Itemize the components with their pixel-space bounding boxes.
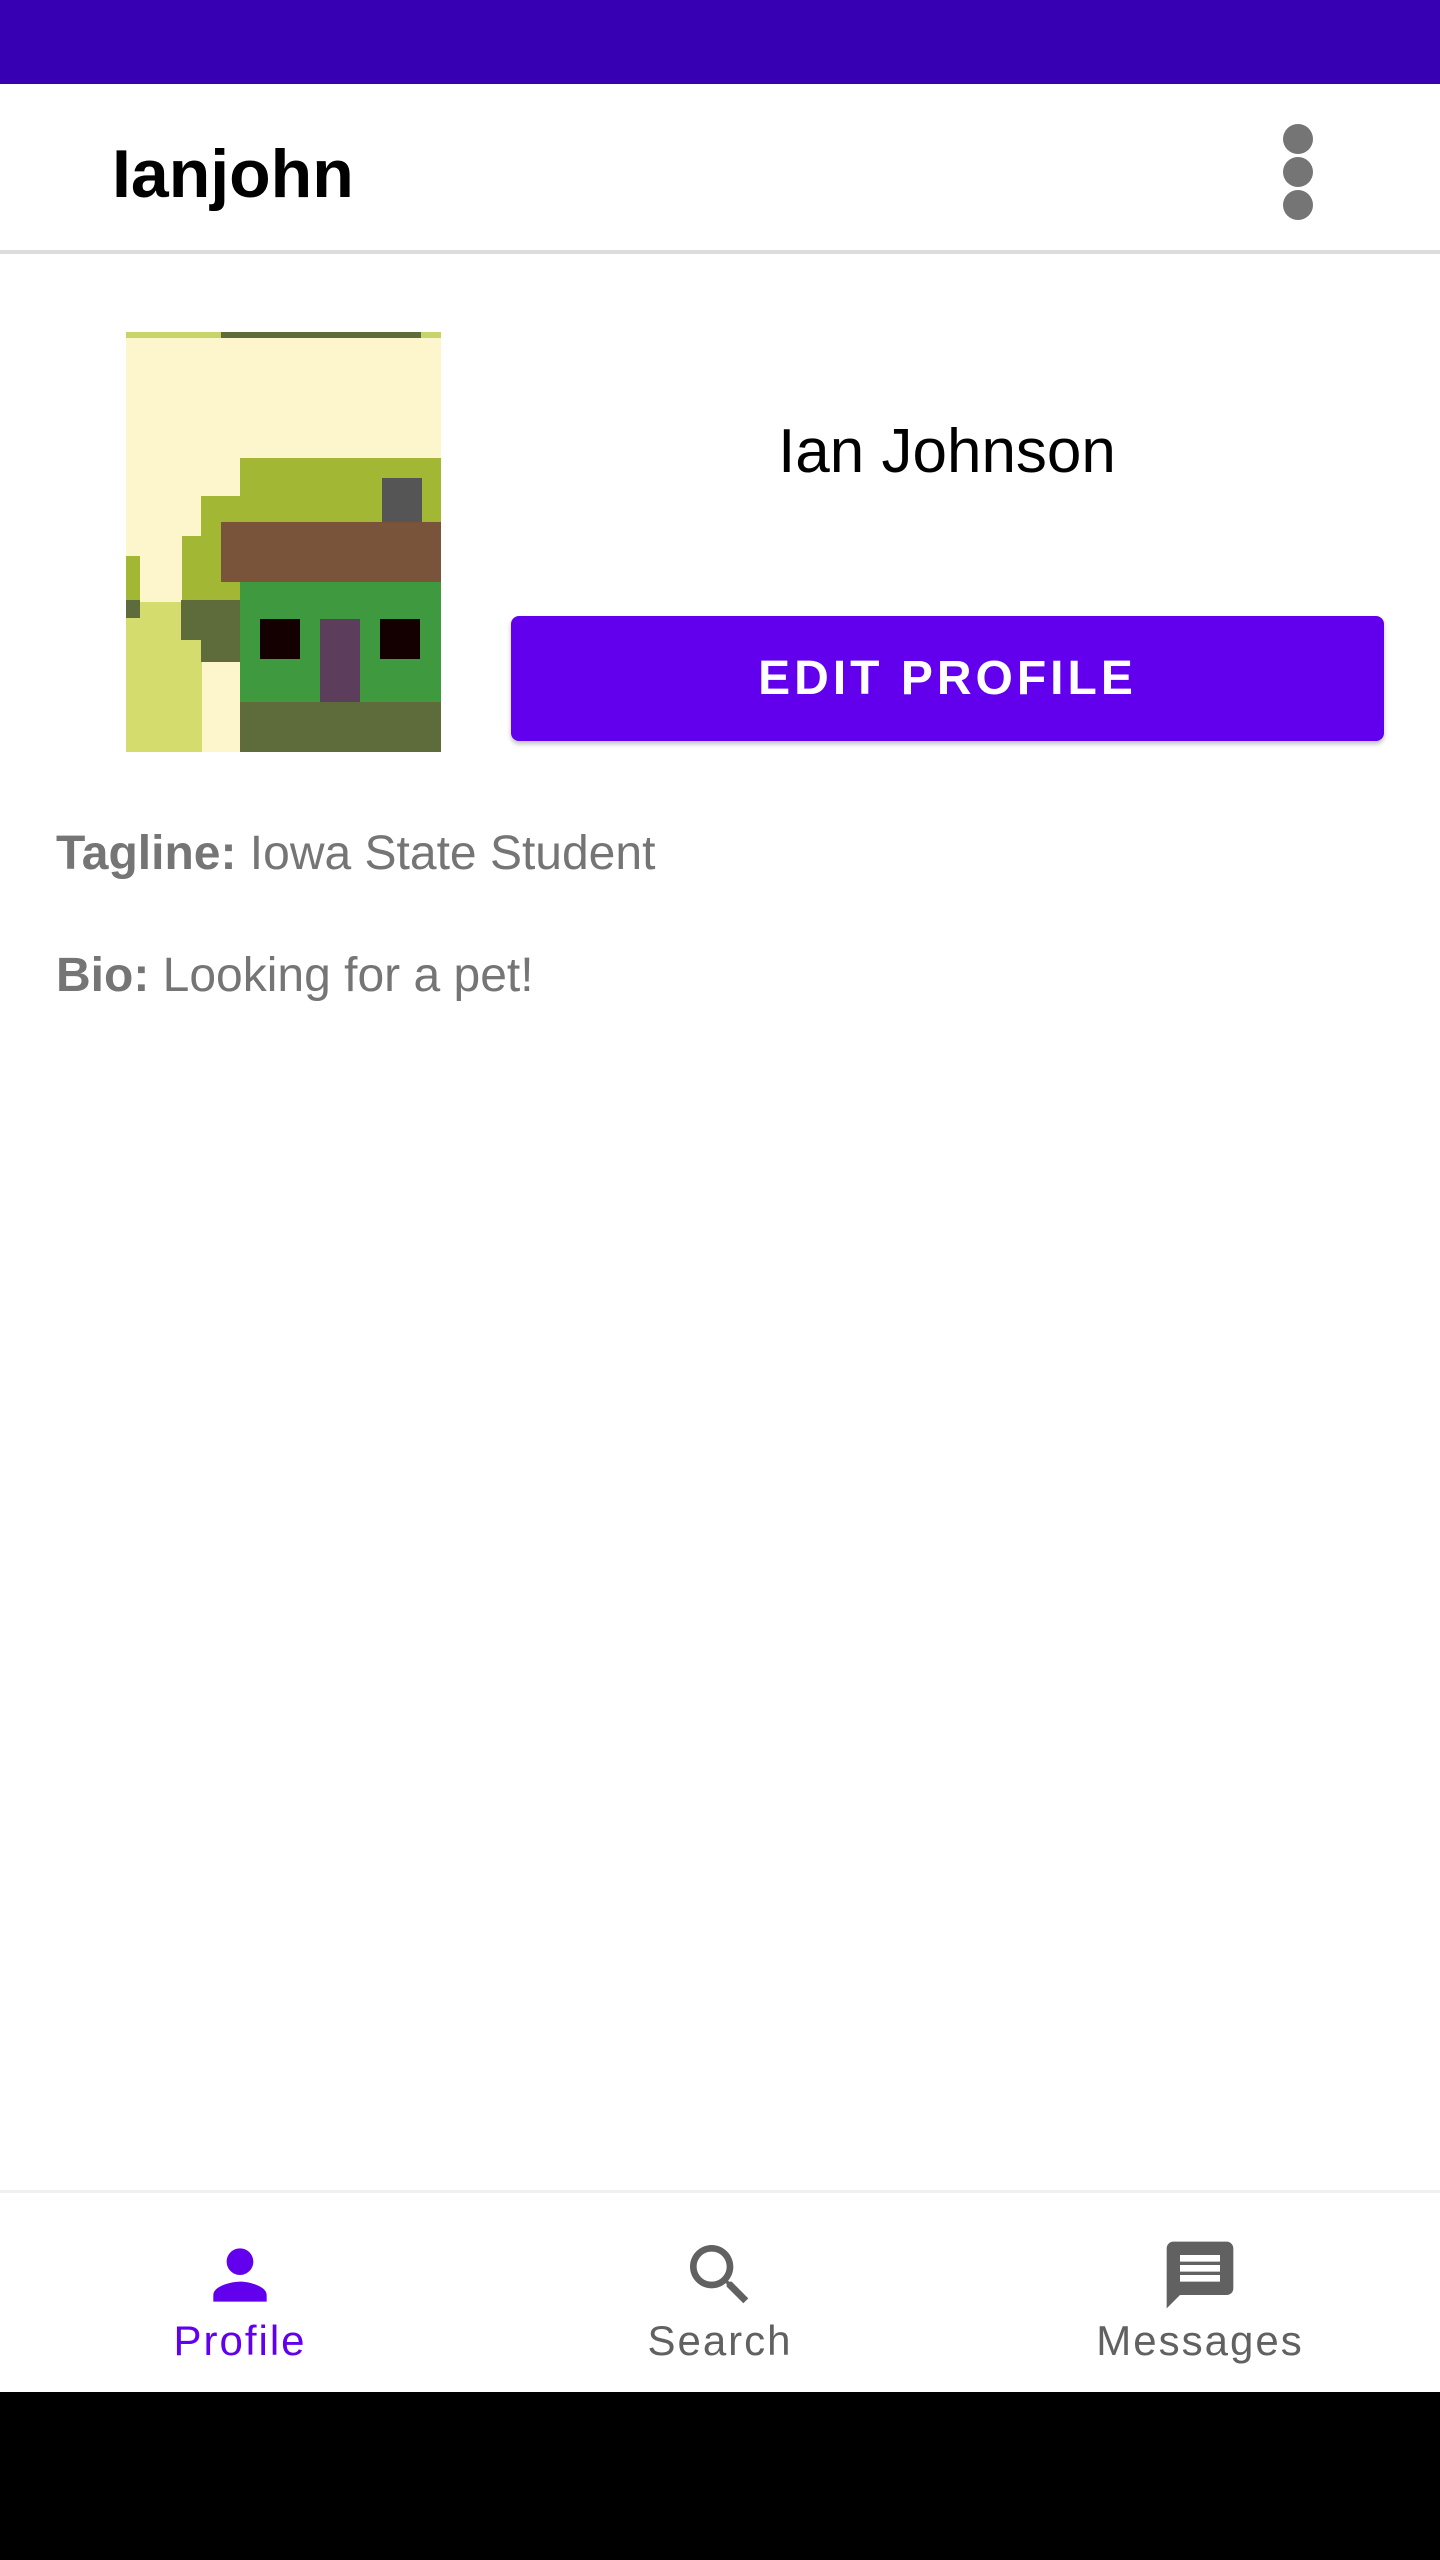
nav-label-messages: Messages	[1096, 2317, 1304, 2364]
nav-item-search[interactable]: Search	[480, 2193, 960, 2395]
app-title: Ianjohn	[112, 136, 354, 212]
nav-label-search: Search	[647, 2317, 793, 2364]
more-vert-icon[interactable]	[1262, 110, 1334, 234]
tagline-value: Iowa State Student	[249, 827, 656, 880]
tagline-label: Tagline:	[56, 827, 237, 880]
tagline: Tagline: Iowa State Student	[56, 824, 655, 884]
profile-screen: Ianjohn Ian Johnson EDIT PROFILE Tagline…	[0, 0, 1440, 2560]
bio-value: Looking for a pet!	[162, 949, 534, 1002]
bio: Bio: Looking for a pet!	[56, 946, 534, 1006]
nav-item-messages[interactable]: Messages	[960, 2193, 1440, 2395]
display-name: Ian Johnson	[778, 417, 1116, 486]
nav-item-profile[interactable]: Profile	[0, 2193, 480, 2395]
message-icon	[1166, 2241, 1234, 2309]
edit-profile-button[interactable]: EDIT PROFILE	[511, 616, 1384, 741]
nav-label-profile: Profile	[173, 2317, 307, 2364]
system-navigation-bar	[0, 2392, 1440, 2560]
person-icon	[213, 2248, 267, 2302]
bio-label: Bio:	[56, 949, 150, 1002]
status-bar	[0, 0, 1440, 84]
bottom-navigation: Profile Search Messages	[0, 2190, 1440, 2392]
search-icon	[690, 2245, 749, 2304]
app-bar: Ianjohn	[0, 84, 1440, 254]
avatar	[126, 332, 441, 752]
